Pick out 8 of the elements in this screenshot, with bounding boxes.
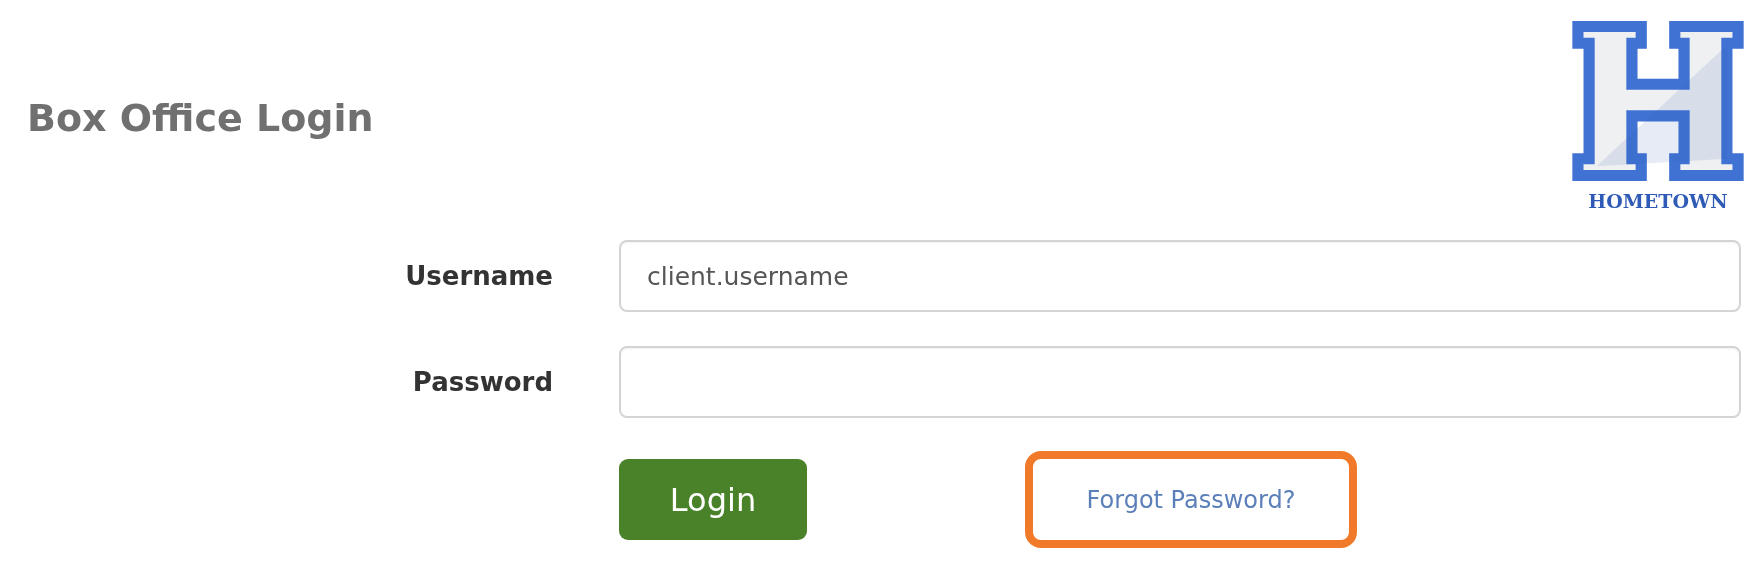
logo-wordmark: HOMETOWN [1588, 192, 1728, 211]
field-label: Username [404, 259, 553, 293]
forgot-password-link[interactable]: Forgot Password? [1086, 481, 1296, 518]
field-label: Password [411, 365, 553, 399]
login-button[interactable]: Login [619, 459, 807, 540]
username-field[interactable]: client.username [619, 240, 1741, 312]
password-field[interactable] [619, 346, 1741, 418]
page-title: Box Office Login [27, 96, 374, 142]
